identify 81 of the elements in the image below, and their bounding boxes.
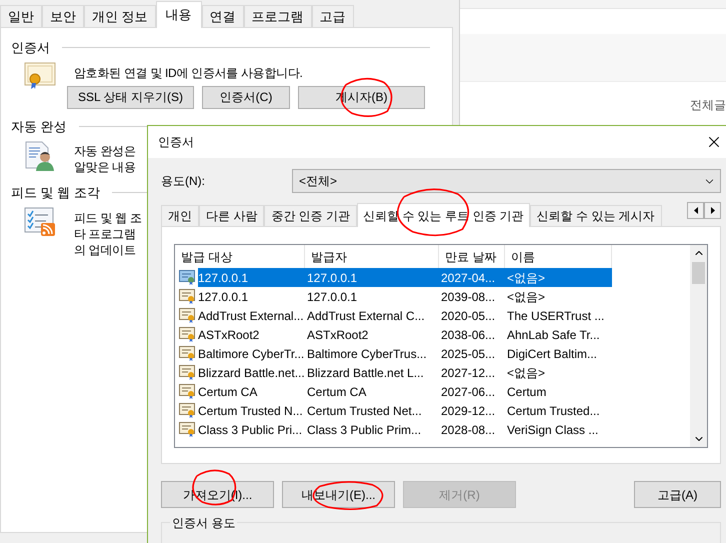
tab[interactable]: 개인 정보 — [84, 5, 156, 27]
table-cell-text: 2029-12... — [440, 402, 496, 420]
action-button[interactable]: 인증서(C) — [202, 86, 290, 108]
table-cell-text: 2020-05... — [440, 308, 496, 324]
certificate-icon — [179, 270, 196, 285]
table-cell-text: Certum CA — [306, 384, 368, 400]
tab-scroll-left-button[interactable] — [687, 202, 704, 219]
right-triangle-icon — [710, 207, 714, 214]
table-cell-text: DigiCert Baltim... — [506, 346, 598, 362]
tab[interactable]: 신뢰할 수 있는 게시자 — [530, 205, 662, 226]
table-cell-text: <없음> — [506, 364, 546, 382]
certificate-icon — [24, 62, 56, 90]
table-cell-text: VeriSign Class ... — [506, 422, 600, 438]
feed-list-icon — [24, 206, 56, 236]
tab-scroll-right-button[interactable] — [704, 202, 721, 219]
description-text: 알맞은 내용 — [74, 159, 136, 175]
certificate-icon — [179, 308, 196, 323]
tab[interactable]: 다른 사람 — [199, 205, 264, 226]
certificate-icon — [179, 289, 196, 304]
description-text: 자동 완성은 — [74, 143, 136, 159]
table-cell-text: AhnLab Safe Tr... — [506, 326, 601, 344]
tab[interactable]: 중간 인증 기관 — [264, 205, 358, 226]
description-text: 암호화된 연결 및 ID에 인증서를 사용합니다. — [74, 64, 304, 80]
description-text: 의 업데이트 — [74, 242, 137, 258]
table-cell-text: Certum — [506, 384, 548, 400]
table-cell-text: 2039-08... — [440, 288, 496, 306]
table-cell-text: Class 3 Public Pri... — [198, 422, 304, 438]
table-cell: <없음> — [505, 268, 612, 287]
certificate-icon — [179, 327, 196, 342]
table-cell-text: Blizzard Battle.net... — [198, 364, 305, 382]
description-text: 피드 및 웹 조 — [74, 210, 142, 226]
tab[interactable]: 일반 — [0, 5, 42, 27]
table-cell-text: The USERTrust ... — [506, 308, 606, 324]
certificate-icon — [179, 384, 196, 399]
table-cell-text: Blizzard Battle.net L... — [306, 364, 425, 382]
table-cell-text: ASTxRoot2 — [198, 326, 260, 344]
window-title: 인증서 — [158, 134, 194, 151]
certificate-icon — [179, 346, 196, 361]
table-cell-text: 127.0.0.1 — [306, 288, 358, 306]
tab[interactable]: 보안 — [42, 5, 84, 27]
tab[interactable]: 프로그램 — [244, 5, 312, 27]
scroll-thumb[interactable] — [692, 262, 705, 284]
purpose-label: 용도(N): — [161, 173, 206, 190]
certificate-icon — [179, 403, 196, 418]
left-triangle-icon — [694, 207, 698, 214]
tab[interactable]: 연결 — [202, 5, 244, 27]
tab[interactable]: 개인 — [161, 205, 199, 226]
table-cell-text: AddTrust External... — [198, 308, 305, 324]
tab[interactable]: 고급 — [312, 5, 354, 27]
table-cell-text: Baltimore CyberTr... — [198, 346, 305, 362]
table-cell-text: 127.0.0.1 — [198, 288, 250, 306]
document-person-icon — [24, 140, 56, 172]
table-cell-text: 2025-05... — [440, 346, 496, 362]
table-cell-text: ASTxRoot2 — [306, 326, 370, 344]
certificate-icon — [179, 365, 196, 380]
section-title: 피드 및 웹 조각 — [11, 184, 100, 202]
table-cell-text: Baltimore CyberTrus... — [306, 346, 428, 362]
table-cell-text: 2028-08... — [440, 422, 496, 438]
table-cell-text: 2027-12... — [440, 364, 496, 382]
board-link-text: 전체글 — [690, 97, 726, 114]
table-cell: 127.0.0.1 — [305, 268, 439, 287]
action-button[interactable]: SSL 상태 지우기(S) — [67, 86, 194, 108]
table-cell-text: Class 3 Public Prim... — [306, 422, 422, 438]
table-cell-text: Certum Trusted Net... — [306, 402, 423, 420]
table-cell: 2027-04... — [439, 268, 505, 287]
table-cell-text: Certum CA — [198, 384, 258, 400]
tab[interactable]: 내용 — [156, 1, 202, 28]
scrollbar[interactable] — [690, 245, 707, 447]
table-cell-text: AddTrust External C... — [306, 308, 426, 324]
table-cell-text: 2027-06... — [440, 384, 496, 400]
section-title: 인증서 — [11, 39, 50, 57]
certificate-icon — [179, 422, 196, 437]
dialog-button[interactable]: 고급(A) — [634, 481, 721, 508]
purpose-dropdown[interactable]: <전체> — [292, 169, 721, 193]
table-cell-text: 2038-06... — [440, 326, 496, 344]
description-text: 타 프로그램 — [74, 226, 137, 242]
section-title: 자동 완성 — [11, 118, 67, 136]
table-cell-text: Certum Trusted... — [506, 402, 601, 420]
table-cell: 127.0.0.1 — [198, 268, 305, 287]
table-cell-text: Certum Trusted N... — [198, 402, 304, 420]
table-cell-text: <없음> — [506, 288, 546, 306]
